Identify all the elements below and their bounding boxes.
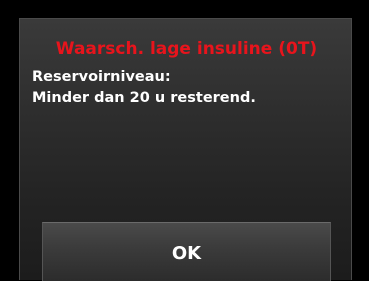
alert-title: Waarsch. lage insuline (0T)	[55, 39, 318, 59]
ok-button[interactable]: OK	[42, 222, 331, 281]
alert-dialog: Waarsch. lage insuline (0T) Reservoirniv…	[19, 18, 352, 281]
alert-message-line-1: Reservoirniveau:	[32, 69, 171, 85]
ok-button-label: OK	[171, 243, 202, 264]
device-screen: Waarsch. lage insuline (0T) Reservoirniv…	[0, 0, 369, 281]
alert-message-line-2: Minder dan 20 u resterend.	[32, 90, 256, 106]
alert-message: Reservoirniveau: Minder dan 20 u restere…	[32, 67, 344, 109]
